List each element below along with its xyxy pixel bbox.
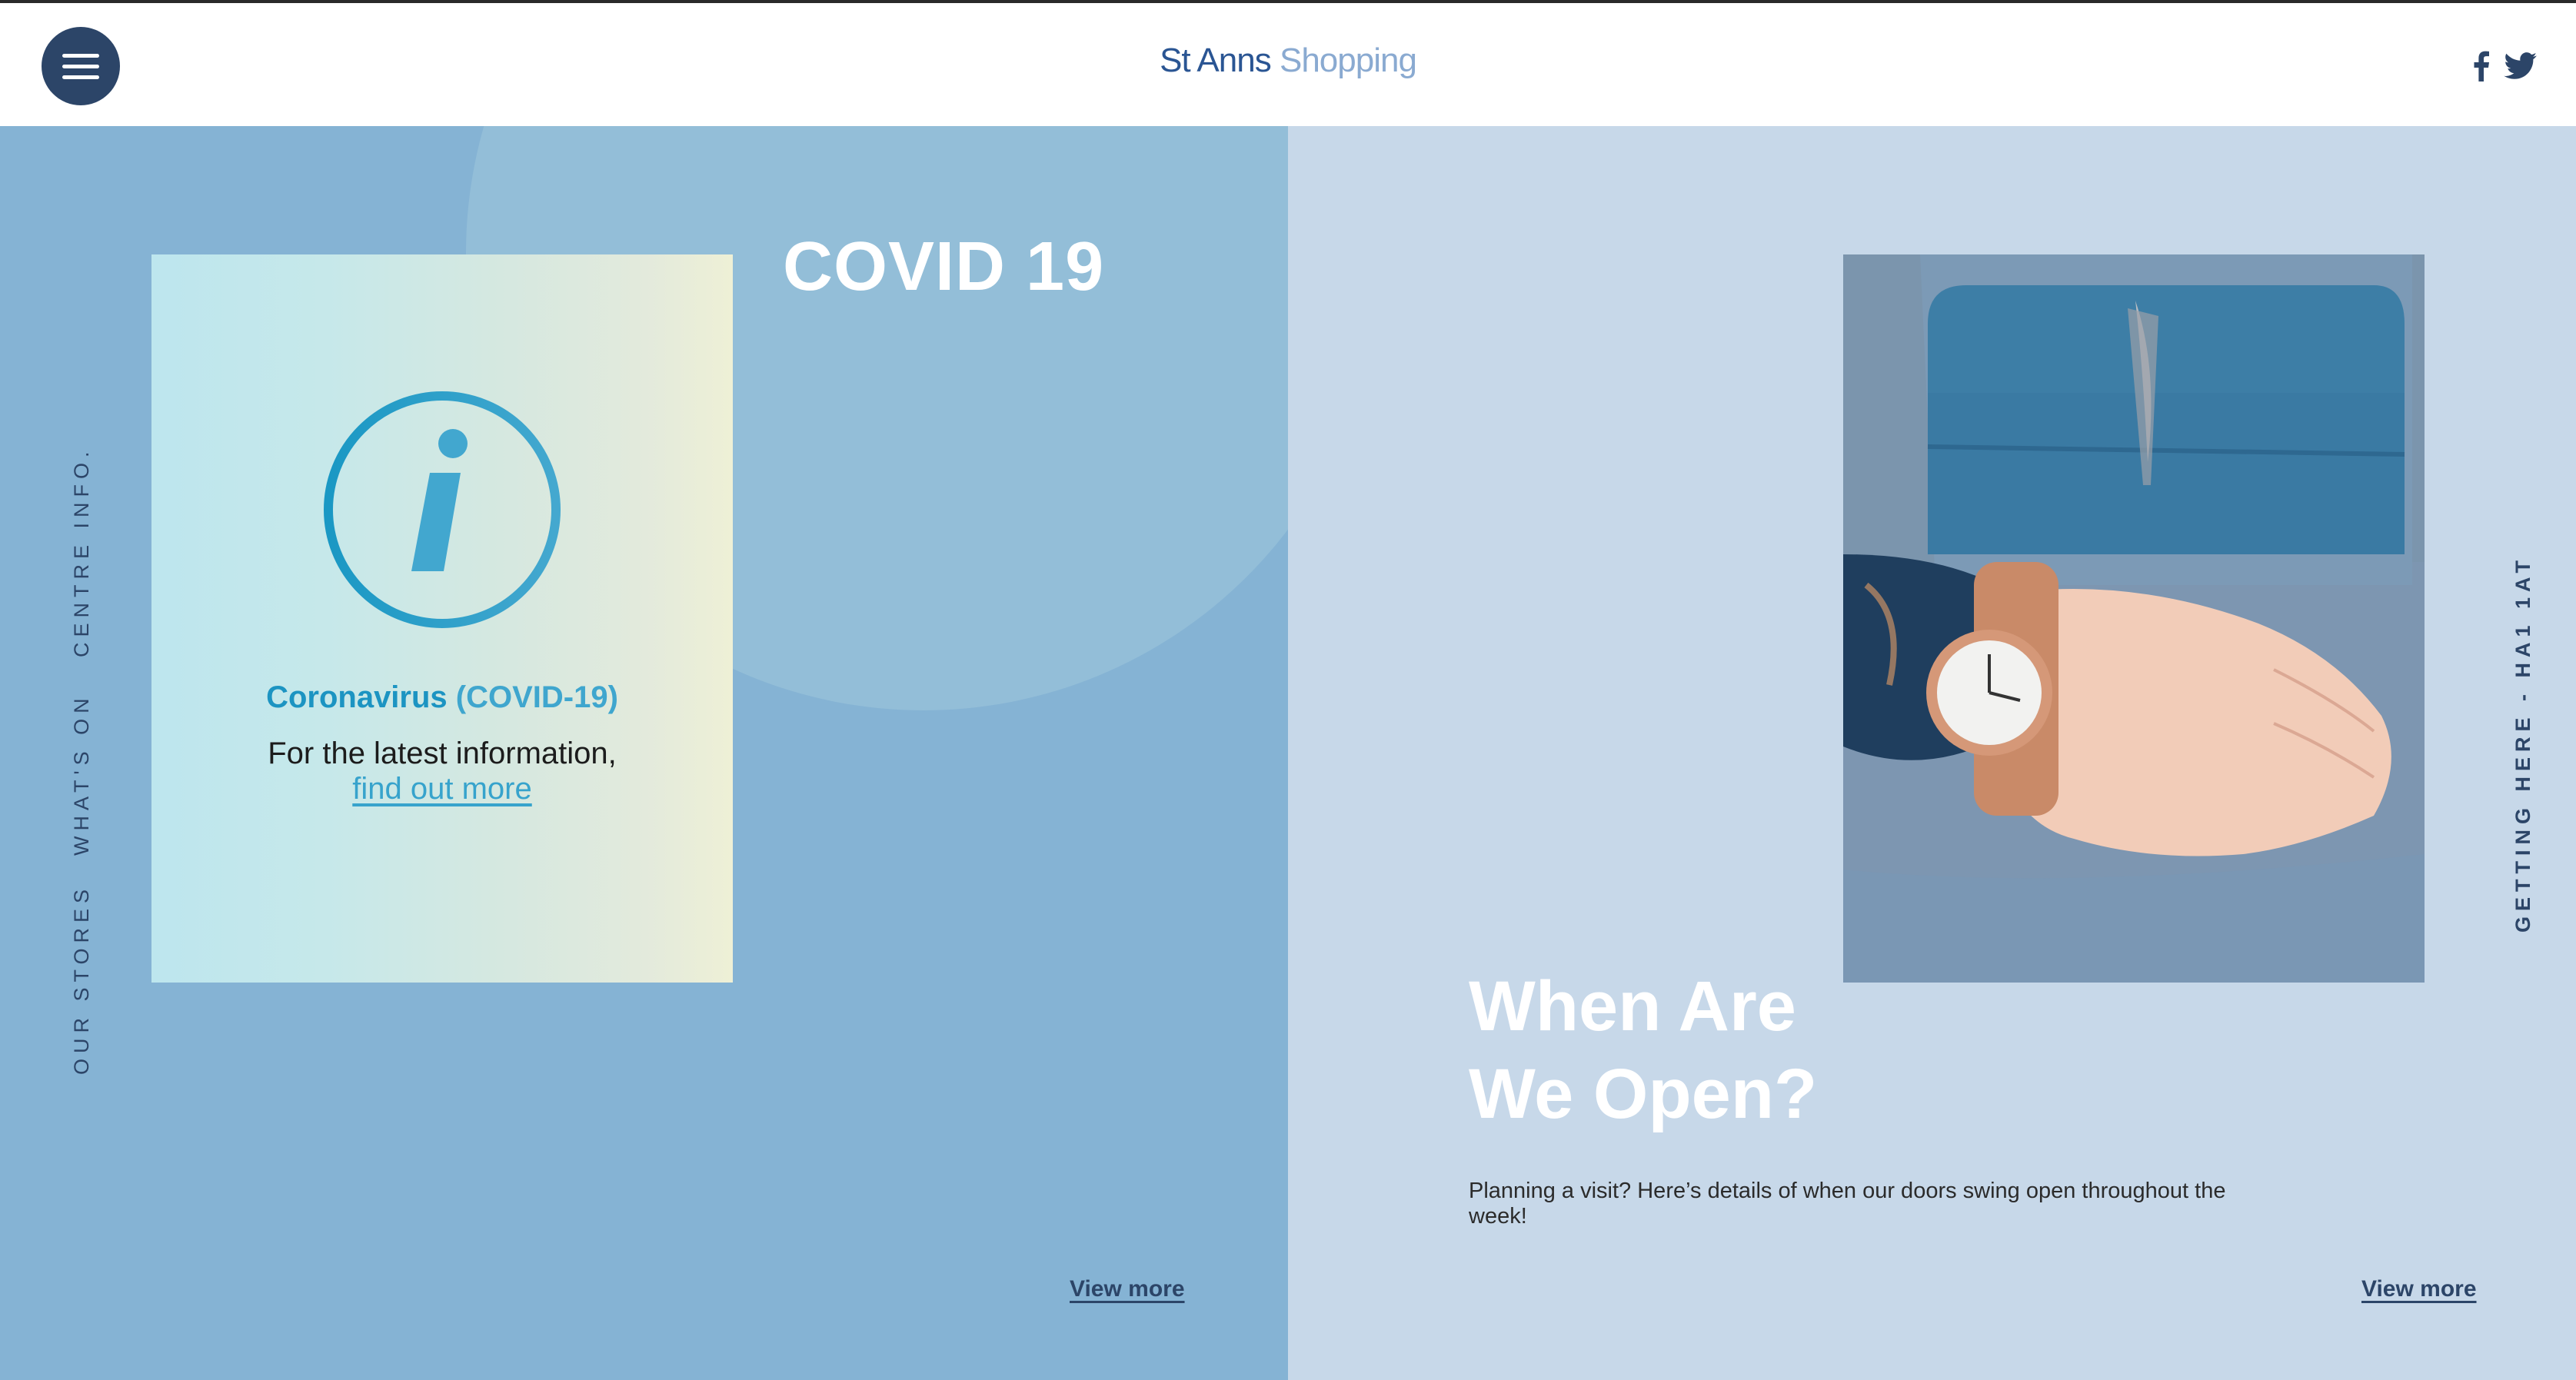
nav-whats-on[interactable]: WHAT'S ON xyxy=(70,693,94,856)
nav-centre-info[interactable]: CENTRE INFO. xyxy=(70,446,94,657)
watch-and-bag-photo xyxy=(1843,254,2425,983)
opening-hours-view-more-link[interactable]: View more xyxy=(2361,1276,2477,1302)
facebook-icon[interactable] xyxy=(2473,51,2490,81)
social-links xyxy=(2473,51,2538,81)
covid-card-text: For the latest information, find out mor… xyxy=(268,737,617,806)
side-navigation: CENTRE INFO. WHAT'S ON OUR STORES xyxy=(70,0,116,1380)
covid-card-title: Coronavirus (COVID-19) xyxy=(266,680,618,714)
covid-info-card[interactable]: Coronavirus (COVID-19) For the latest in… xyxy=(151,254,733,983)
covid-view-more-link[interactable]: View more xyxy=(1070,1276,1185,1302)
opening-hours-description: Planning a visit? Here’s details of when… xyxy=(1469,1179,2226,1229)
nav-our-stores[interactable]: OUR STORES xyxy=(70,884,94,1075)
photo-illustration xyxy=(1843,254,2425,983)
covid-heading: COVID 19 xyxy=(783,228,1105,305)
opening-hours-heading: When Are We Open? xyxy=(1469,967,1818,1133)
site-logo[interactable]: St Anns Shopping xyxy=(0,42,2576,80)
nav-getting-here[interactable]: GETTING HERE - HA1 1AT xyxy=(2511,555,2535,933)
site-header: St Anns Shopping xyxy=(0,3,2576,126)
find-out-more-link[interactable]: find out more xyxy=(352,771,531,806)
info-icon xyxy=(324,391,561,628)
twitter-icon[interactable] xyxy=(2504,52,2538,80)
